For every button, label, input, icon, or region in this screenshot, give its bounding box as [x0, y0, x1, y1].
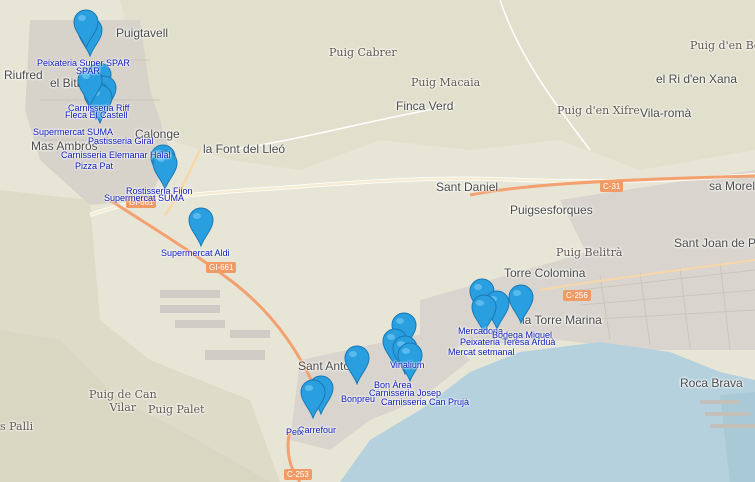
place-label-puig-den-xifre: Puig d'en Xifre: [557, 104, 640, 117]
place-label-puig-den-bo: Puig d'en Bo: [690, 39, 755, 52]
place-label-puigsesforques: Puigsesforques: [510, 203, 593, 217]
map-marker-label[interactable]: Peixateria Teresa Arduà: [460, 337, 555, 347]
place-label-la-font-del-lleo: la Font del Lleó: [203, 142, 286, 156]
map-marker-pin[interactable]: [300, 379, 326, 419]
map-pin-icon: [188, 207, 214, 247]
road-shield-c-31: C-31: [600, 181, 624, 192]
map-pin-icon: [73, 9, 99, 49]
place-label-sant-daniel: Sant Daniel: [436, 180, 499, 194]
road-shield-gi-661-b: GI-661: [206, 262, 237, 273]
map-marker-label[interactable]: Supermercat SUMA: [104, 193, 184, 203]
map-marker-label[interactable]: Carnisseria Can Prujà: [381, 397, 469, 407]
place-label-vila-roma: Vila-romà: [640, 106, 692, 120]
map-marker-label[interactable]: Bonpreu: [341, 394, 375, 404]
road-shield-c-256: C-256: [563, 290, 591, 301]
place-label-puig-macaia: Puig Macaia: [411, 76, 481, 89]
map-pin-icon: [508, 284, 534, 324]
map-marker-pin[interactable]: [73, 9, 99, 49]
map-pin-icon: [344, 345, 370, 385]
place-label-sant-antoni: Sant Anto: [298, 359, 351, 373]
map-marker-label[interactable]: Fleca El Castell: [65, 110, 128, 120]
map-marker-pin[interactable]: [188, 207, 214, 247]
map-marker-label[interactable]: Peix: [286, 427, 304, 437]
place-label-sa-morella: sa Morell: [709, 179, 755, 193]
map-marker-label[interactable]: Supermercat Aldi: [161, 248, 230, 258]
map-marker-label[interactable]: Pizza Pat: [75, 161, 113, 171]
map-marker-label[interactable]: Pastisseria Giral: [88, 136, 154, 146]
place-label-puig-cabrer: Puig Cabrer: [329, 46, 397, 59]
map-marker-pin[interactable]: [344, 345, 370, 385]
map-marker-label[interactable]: Carnisseria Elemanar Halal: [61, 150, 171, 160]
place-label-sant-joan-de-pa: Sant Joan de Pa: [674, 236, 755, 250]
map-marker-label[interactable]: Mercat setmanal: [448, 347, 515, 357]
place-label-puig-de-can-vilar: Puig de Can Vilar: [89, 388, 157, 414]
place-label-el-ri-den-xana: el Ri d'en Xana: [656, 72, 738, 86]
place-label-puigtavell: Puigtavell: [116, 26, 169, 40]
place-label-torre-colomina: Torre Colomina: [504, 266, 586, 280]
place-label-riufred: Riufred: [4, 68, 43, 82]
place-label-puig-palet: Puig Palet: [148, 403, 205, 416]
road-shield-c-253: C-253: [284, 469, 312, 480]
map-marker-label[interactable]: Vinalium: [390, 360, 424, 370]
place-label-finca-verd: Finca Verd: [396, 99, 454, 113]
map-pin-icon: [300, 379, 326, 419]
map-marker-pin[interactable]: [508, 284, 534, 324]
place-label-s-palli: s Palli: [0, 420, 34, 433]
place-label-puig-belitra: Puig Belitrà: [556, 246, 623, 259]
map[interactable]: Puigtavell Riufred el Bitlle Mas Ambrós Calo…: [0, 0, 755, 482]
place-label-roca-brava: Roca Brava: [680, 376, 743, 390]
map-marker-label[interactable]: SPAR: [76, 66, 100, 76]
